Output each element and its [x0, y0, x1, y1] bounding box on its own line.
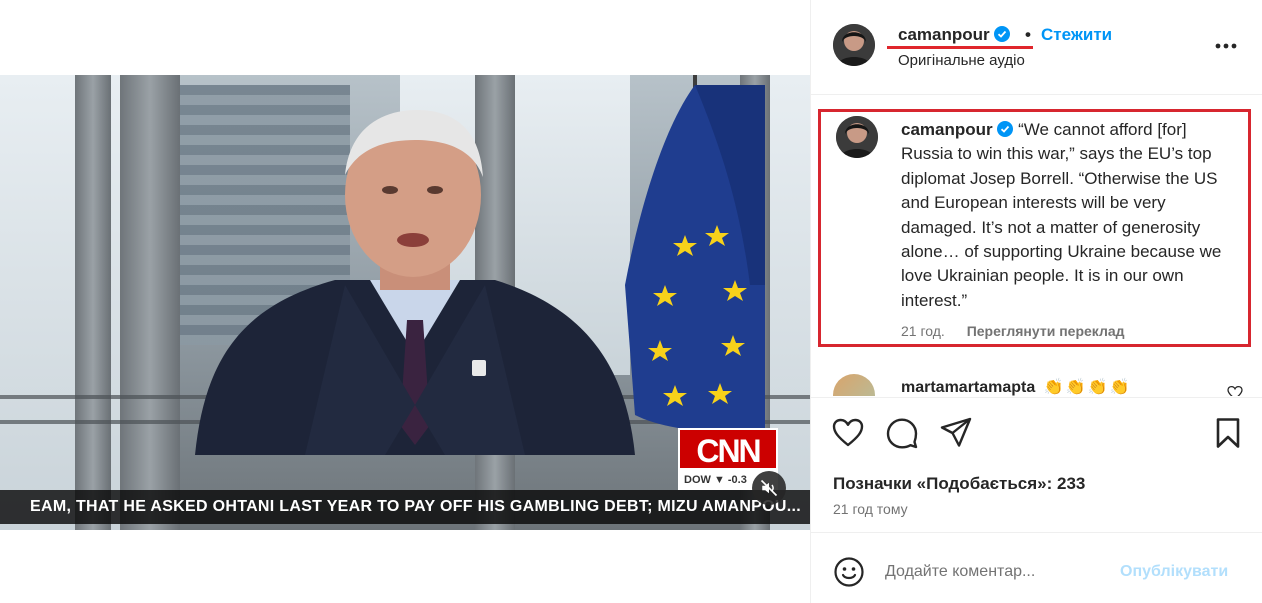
- separator-dot: •: [1025, 25, 1031, 44]
- speaker-figure: [195, 110, 635, 455]
- post-header: camanpour • Стежити Оригінальне аудіо: [811, 0, 1262, 95]
- commenter-username[interactable]: martamartamapta: [901, 379, 1035, 396]
- eu-flag: [625, 85, 765, 432]
- post-timestamp[interactable]: 21 год тому: [833, 501, 908, 517]
- caption-author-avatar[interactable]: [836, 116, 878, 158]
- emoji-smiley-icon[interactable]: [833, 556, 865, 588]
- add-comment-bar: Опублікувати: [811, 540, 1262, 603]
- background-pillar: [75, 75, 111, 530]
- verified-badge-icon: [994, 26, 1011, 42]
- caption-time: 21 год.: [901, 323, 945, 339]
- see-translation-button[interactable]: Переглянути переклад: [967, 323, 1125, 339]
- share-paper-plane-icon[interactable]: [939, 416, 973, 450]
- comment-input[interactable]: [885, 558, 1105, 586]
- more-horizontal-icon[interactable]: [1211, 36, 1241, 56]
- comment-emoji: 👏👏👏👏: [1043, 379, 1132, 396]
- speaker-muted-icon: [760, 479, 778, 497]
- avatar-image: [833, 24, 875, 66]
- verified-badge-icon: [997, 121, 1014, 137]
- author-avatar[interactable]: [833, 24, 875, 66]
- cnn-logo: CNN: [678, 428, 778, 470]
- likes-count[interactable]: Позначки «Подобається»: 233: [833, 474, 1085, 494]
- like-heart-icon[interactable]: [831, 416, 865, 450]
- author-username: camanpour: [898, 25, 990, 44]
- caption-text-block: camanpour “We cannot afford [for] Russia…: [901, 118, 1243, 313]
- caption-meta: 21 год. Переглянути переклад: [901, 323, 1125, 339]
- save-bookmark-icon[interactable]: [1211, 416, 1245, 450]
- caption-username[interactable]: camanpour: [901, 120, 993, 139]
- caption-highlight-box: camanpour “We cannot afford [for] Russia…: [818, 109, 1251, 347]
- original-audio-link[interactable]: Оригінальне аудіо: [898, 52, 1025, 69]
- comment-text: martamartamapta 👏👏👏👏: [901, 377, 1131, 396]
- caption-body: “We cannot afford [for] Russia to win th…: [901, 120, 1222, 310]
- author-username-link[interactable]: camanpour: [898, 25, 1011, 45]
- publish-comment-button[interactable]: Опублікувати: [1120, 563, 1228, 581]
- mute-button[interactable]: [752, 471, 786, 505]
- follow-button[interactable]: Стежити: [1041, 25, 1112, 45]
- comment-like-heart-icon[interactable]: [1227, 386, 1243, 396]
- comment-bubble-icon[interactable]: [885, 416, 919, 450]
- post-sidebar: camanpour • Стежити Оригінальне аудіо ca…: [810, 0, 1262, 603]
- video-player[interactable]: CNN DOW ▼ -0.3 EAM, THAT HE ASKED OHTANI…: [0, 75, 810, 530]
- news-ticker: EAM, THAT HE ASKED OHTANI LAST YEAR TO P…: [0, 490, 810, 524]
- avatar-image: [836, 116, 878, 158]
- post-actions: Позначки «Подобається»: 233 21 год тому: [811, 397, 1262, 533]
- instagram-post-view: CNN DOW ▼ -0.3 EAM, THAT HE ASKED OHTANI…: [0, 0, 1262, 603]
- media-pane: CNN DOW ▼ -0.3 EAM, THAT HE ASKED OHTANI…: [0, 0, 810, 603]
- commenter-avatar[interactable]: [833, 374, 875, 396]
- username-highlight-underline: [887, 46, 1033, 49]
- background-pillar: [120, 75, 180, 530]
- comment-item: martamartamapta 👏👏👏👏: [811, 368, 1262, 396]
